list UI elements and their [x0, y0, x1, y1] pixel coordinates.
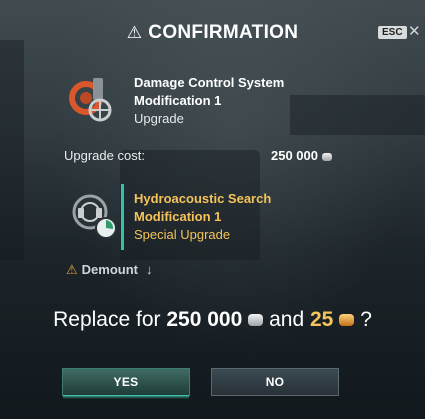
silver-coin-icon	[248, 314, 264, 327]
question-suffix: ?	[360, 308, 372, 331]
confirmation-question: Replace for 250 000 and 25 ?	[0, 308, 425, 332]
doubloon-icon	[339, 314, 355, 327]
new-upgrade-name-line2: Modification 1	[134, 209, 222, 224]
question-prefix: Replace for	[53, 308, 161, 331]
damage-control-icon	[69, 78, 112, 122]
warning-triangle-icon: ⚠	[126, 23, 143, 42]
esc-key-badge[interactable]: ESC	[378, 26, 407, 39]
demount-toggle[interactable]: ⚠ Demount ↓	[66, 262, 153, 278]
upgrade-cost-value: 250 000	[271, 148, 332, 163]
question-silver-amount: 250 000	[166, 308, 243, 331]
dialog-title: ⚠ CONFIRMATION	[0, 22, 425, 44]
new-upgrade-type: Special Upgrade	[134, 227, 231, 242]
question-conjunction: and	[269, 308, 305, 331]
current-upgrade-type: Upgrade	[134, 111, 184, 126]
current-upgrade-name-line1: Damage Control System	[134, 75, 285, 90]
new-upgrade-name-line1: Hydroacoustic Search	[134, 191, 272, 206]
dialog-title-text: CONFIRMATION	[148, 22, 299, 43]
warning-triangle-icon: ⚠	[66, 262, 78, 277]
upgrade-cost-label: Upgrade cost:	[64, 148, 145, 163]
silver-coin-icon	[322, 152, 332, 161]
close-icon[interactable]: ✕	[408, 22, 421, 40]
current-upgrade: Damage Control System Modification 1 Upg…	[66, 72, 366, 132]
new-upgrade: Hydroacoustic Search Modification 1 Spec…	[66, 184, 366, 250]
no-button[interactable]: NO	[211, 368, 339, 396]
demount-label: Demount	[81, 262, 138, 277]
question-gold-amount: 25	[310, 308, 334, 331]
upgrade-cost-amount: 250 000	[271, 148, 318, 163]
yes-button[interactable]: YES	[62, 368, 190, 399]
hydroacoustic-search-icon	[72, 194, 117, 239]
current-upgrade-name-line2: Modification 1	[134, 93, 222, 108]
arrow-down-icon: ↓	[146, 262, 153, 277]
